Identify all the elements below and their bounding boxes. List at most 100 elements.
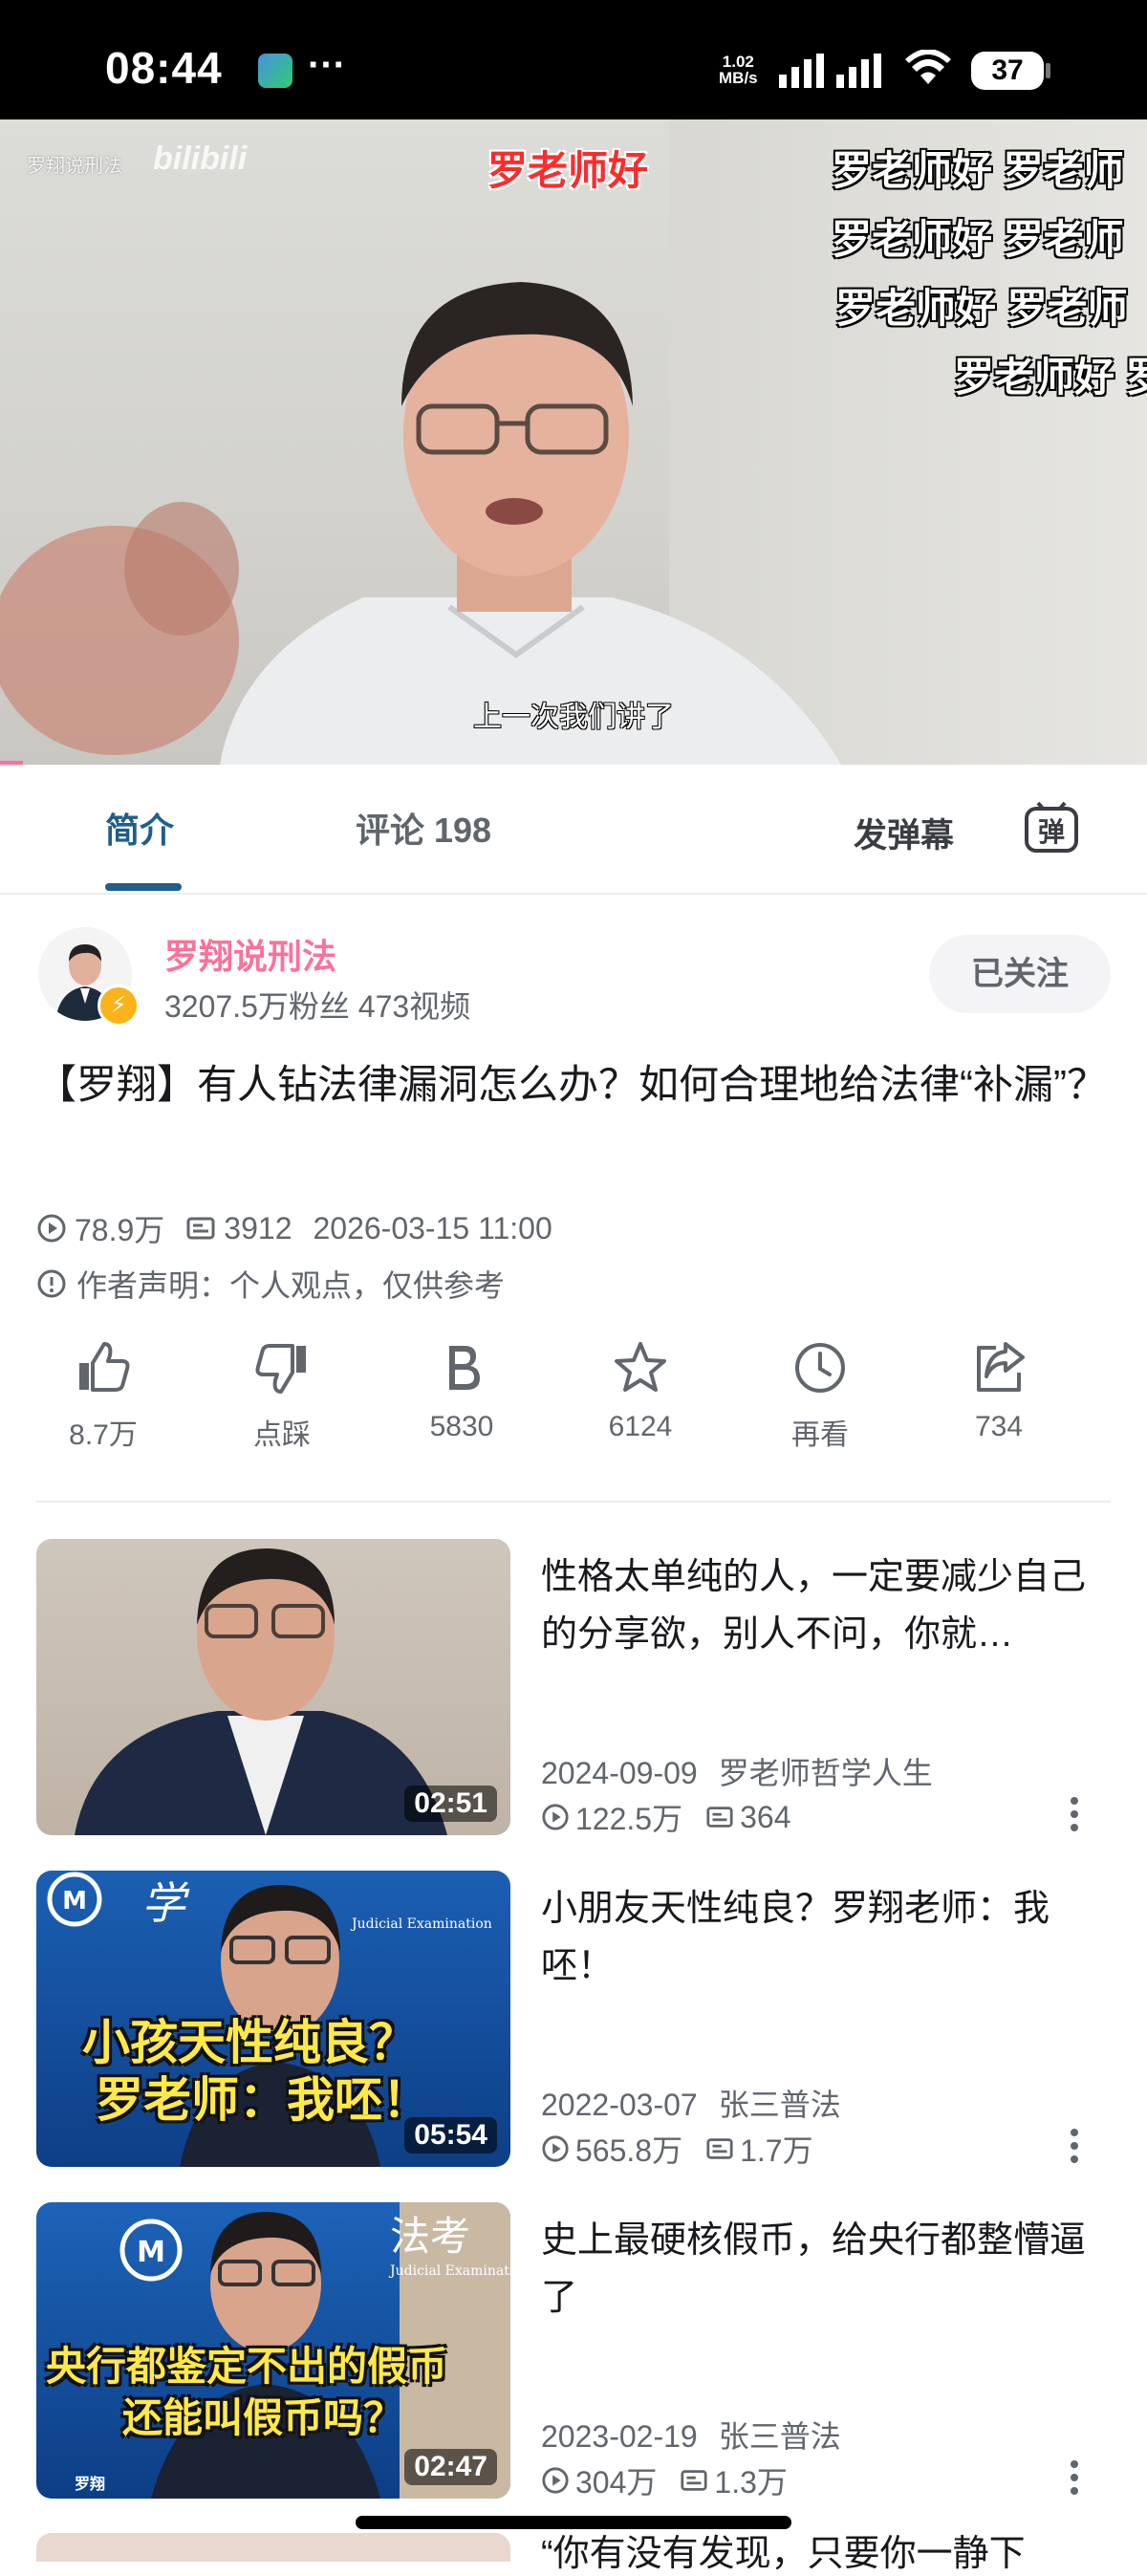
recommended-date: 2022-03-07	[541, 2088, 698, 2122]
share-button[interactable]: 734	[932, 1338, 1066, 1443]
svg-text:弹: 弹	[1038, 816, 1065, 848]
battery-icon	[1046, 63, 1050, 78]
danmaku-count-icon	[681, 2470, 707, 2491]
tab-comments[interactable]: 评论 198	[356, 803, 491, 853]
recommended-stats: 304万 1.3万	[541, 2458, 788, 2502]
clock-icon	[795, 1343, 845, 1393]
like-count: 8.7万	[69, 1419, 138, 1451]
thumbs-up-icon	[79, 1342, 130, 1392]
recommended-video[interactable]: M 法考 Judicial Examination 罗翔 央行都鉴定不出的假币 …	[36, 2202, 1111, 2502]
favorite-button[interactable]: 6124	[574, 1338, 707, 1443]
recommended-date: 2024-09-09	[541, 1756, 698, 1790]
coin-button[interactable]: 5830	[395, 1338, 529, 1443]
video-thumbnail[interactable]: M 法考 Judicial Examination 罗翔 央行都鉴定不出的假币 …	[36, 2202, 510, 2499]
uploader-stats: 3207.5万粉丝 473视频	[164, 989, 471, 1024]
author-statement: 作者声明：个人观点，仅供参考	[36, 1262, 505, 1306]
publish-date: 2026-03-15 11:00	[313, 1210, 552, 1245]
recommended-title[interactable]: 史上最硬核假币，给央行都整懵逼了	[541, 2212, 1111, 2327]
thumbnail-caption: 还能叫假币吗？	[122, 2395, 404, 2440]
play-count-icon	[542, 1804, 569, 1830]
more-options-icon[interactable]	[1061, 2458, 1088, 2497]
more-options-icon[interactable]	[1061, 2127, 1088, 2165]
verified-badge-icon: ⚡	[97, 985, 140, 1027]
wifi-icon	[905, 50, 951, 84]
video-title: 【罗翔】有人钻法律漏洞怎么办？如何合理地给法律“补漏”？	[36, 1062, 1107, 1107]
svg-text:Judicial Examination: Judicial Examination	[388, 2263, 510, 2279]
coin-icon	[449, 1346, 480, 1390]
video-duration: 02:51	[404, 1786, 497, 1822]
recommended-views: 565.8万	[575, 2133, 683, 2168]
status-bar: 08:44 ··· 1.02 MB/s 37	[0, 0, 1147, 119]
recommended-author: 张三普法	[718, 2419, 841, 2454]
danmaku-comment: 罗老师好	[487, 148, 649, 193]
recommended-stats: 565.8万 1.7万	[541, 2127, 813, 2171]
send-danmaku-button[interactable]: 发弹幕	[854, 809, 954, 857]
battery-level: 37	[971, 52, 1044, 90]
recommended-meta: 2022-03-07 张三普法	[541, 2081, 841, 2125]
tab-intro[interactable]: 简介	[105, 803, 174, 853]
dislike-button[interactable]: 点踩	[215, 1338, 349, 1453]
recommended-title[interactable]: 小朋友天性纯良？罗翔老师：我呸！	[541, 1880, 1111, 1995]
svg-text:M: M	[137, 2236, 165, 2269]
play-count-icon	[542, 2135, 569, 2162]
watch-later-button[interactable]: 再看	[753, 1338, 887, 1453]
video-player[interactable]: 罗翔说刑法 bilibili 罗老师好 罗老师好 罗老师 罗老师好 罗老师 罗老…	[0, 119, 1147, 765]
recommended-danmaku: 364	[740, 1799, 791, 1834]
video-subtitle: 上一次我们讲了	[473, 702, 674, 733]
recommended-meta: 2024-09-09 罗老师哲学人生	[541, 1749, 933, 1793]
gallery-notification-icon	[258, 54, 292, 88]
recommended-video[interactable]: M 学 Judicial Examination 小孩天性纯良？ 罗老师：我呸！…	[36, 1871, 1111, 2168]
danmaku-count: 3912	[224, 1210, 292, 1245]
coin-count: 5830	[429, 1411, 494, 1442]
play-count-icon	[37, 1214, 66, 1243]
recommended-danmaku: 1.3万	[714, 2465, 788, 2500]
recommended-views: 304万	[575, 2465, 658, 2500]
favorite-count: 6124	[608, 1411, 673, 1442]
recommended-author: 张三普法	[718, 2088, 841, 2122]
svg-text:法考: 法考	[390, 2213, 470, 2260]
recommended-video[interactable]: 02:51 性格太单纯的人，一定要减少自己的分享欲，别人不问，你就… 2024-…	[36, 1539, 1111, 1836]
author-statement-text: 作者声明：个人观点，仅供参考	[76, 1268, 506, 1303]
danmaku-count-icon	[706, 2138, 733, 2159]
video-thumbnail[interactable]: M 学 Judicial Examination 小孩天性纯良？ 罗老师：我呸！…	[36, 1871, 510, 2167]
recommended-meta: 2023-02-19 张三普法	[541, 2413, 841, 2457]
video-thumbnail[interactable]	[36, 2533, 510, 2562]
danmaku-comment: 罗老师好 罗老师	[835, 286, 1128, 331]
dislike-label: 点踩	[253, 1419, 311, 1451]
recommended-title[interactable]: 性格太单纯的人，一定要减少自己的分享欲，别人不问，你就…	[541, 1548, 1111, 1663]
star-icon	[615, 1342, 666, 1392]
like-button[interactable]: 8.7万	[36, 1338, 170, 1453]
danmaku-comment: 罗老师好 罗	[954, 355, 1147, 400]
thumbs-down-icon	[255, 1344, 306, 1394]
home-indicator[interactable]	[356, 2516, 791, 2529]
video-duration: 05:54	[404, 2117, 497, 2154]
more-notifications-icon: ···	[308, 44, 346, 86]
danmaku-comment: 罗老师好 罗老师	[832, 148, 1124, 193]
network-speed-unit: MB/s	[719, 69, 758, 87]
recommended-date: 2023-02-19	[541, 2419, 698, 2454]
watch-later-label: 再看	[791, 1419, 849, 1451]
tab-active-indicator	[105, 883, 182, 891]
svg-text:M: M	[62, 1887, 87, 1916]
danmaku-toggle-icon[interactable]: 弹	[1023, 801, 1080, 859]
more-options-icon[interactable]	[1061, 1795, 1088, 1833]
recommended-title[interactable]: “你有没有发现，只要你一静下	[541, 2523, 1115, 2576]
svg-text:学: 学	[141, 1877, 190, 1929]
video-meta: 78.9万 3912 2026-03-15 11:00	[36, 1206, 552, 1250]
danmaku-count-icon	[706, 1807, 733, 1828]
network-speed-value: 1.02	[722, 53, 754, 71]
share-icon	[977, 1342, 1025, 1392]
recommended-views: 122.5万	[575, 1802, 683, 1836]
video-thumbnail[interactable]: 02:51	[36, 1539, 510, 1835]
play-count-icon	[542, 2467, 569, 2494]
uploader-name[interactable]: 罗翔说刑法	[164, 929, 336, 979]
channel-watermark: 罗翔说刑法	[27, 156, 122, 177]
bilibili-logo: bilibili	[153, 141, 248, 177]
clock: 08:44	[105, 43, 223, 93]
svg-text:Judicial Examination: Judicial Examination	[350, 1916, 492, 1932]
divider	[36, 1501, 1111, 1503]
svg-text:罗翔: 罗翔	[75, 2475, 105, 2493]
recommended-author: 罗老师哲学人生	[718, 1756, 933, 1790]
follow-button[interactable]: 已关注	[929, 935, 1111, 1013]
thumbnail-caption: 央行都鉴定不出的假币	[46, 2344, 448, 2389]
